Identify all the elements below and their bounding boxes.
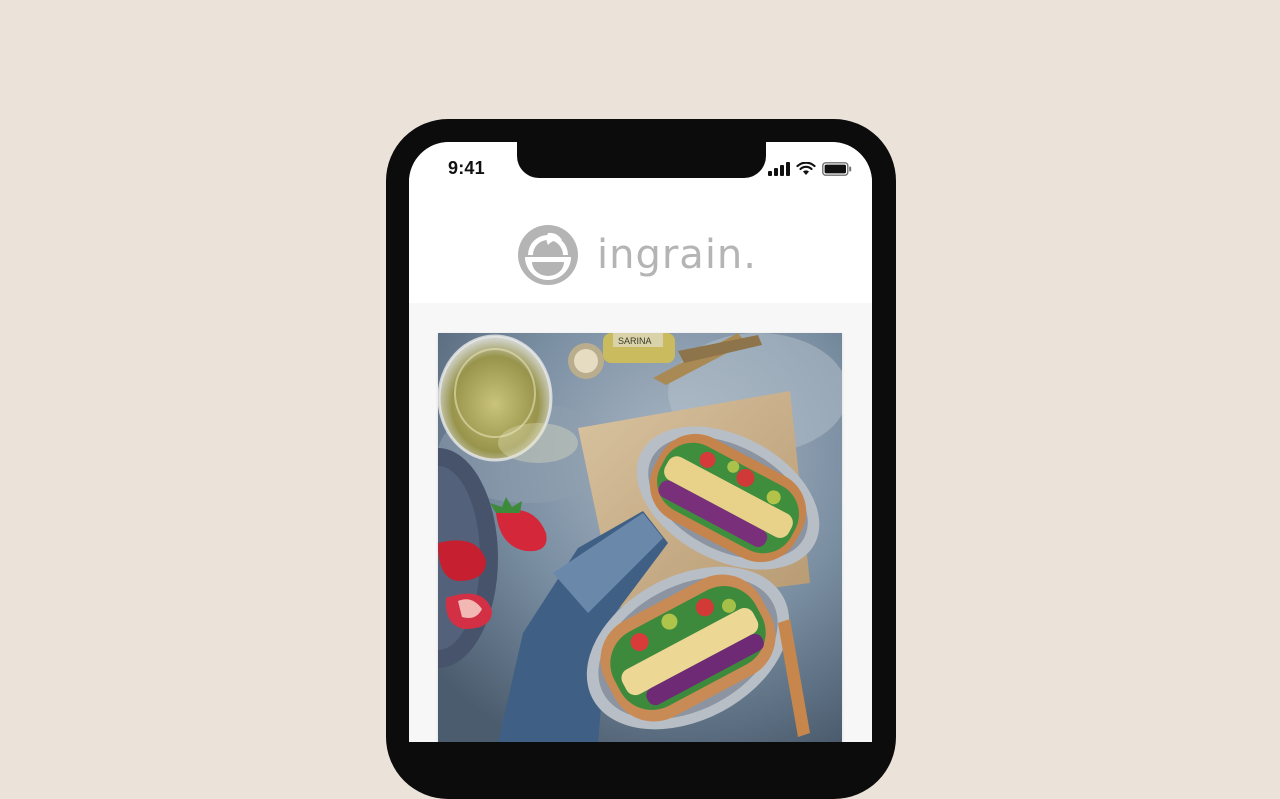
- bowl-logo-icon: [518, 225, 578, 285]
- battery-icon: [822, 162, 852, 176]
- wifi-icon: [796, 162, 816, 175]
- status-icons: [768, 162, 852, 176]
- status-time: 9:41: [448, 158, 485, 178]
- hero-food-photo[interactable]: SARINA: [438, 333, 842, 742]
- device-notch: [517, 142, 766, 178]
- cellular-signal-icon: [768, 162, 790, 176]
- phone-screen: ingrain. 9:41 SARINA: [409, 142, 872, 742]
- bottle-label: SARINA: [618, 336, 652, 346]
- brand-name: ingrain.: [597, 232, 757, 278]
- brand-logo[interactable]: ingrain.: [517, 224, 757, 286]
